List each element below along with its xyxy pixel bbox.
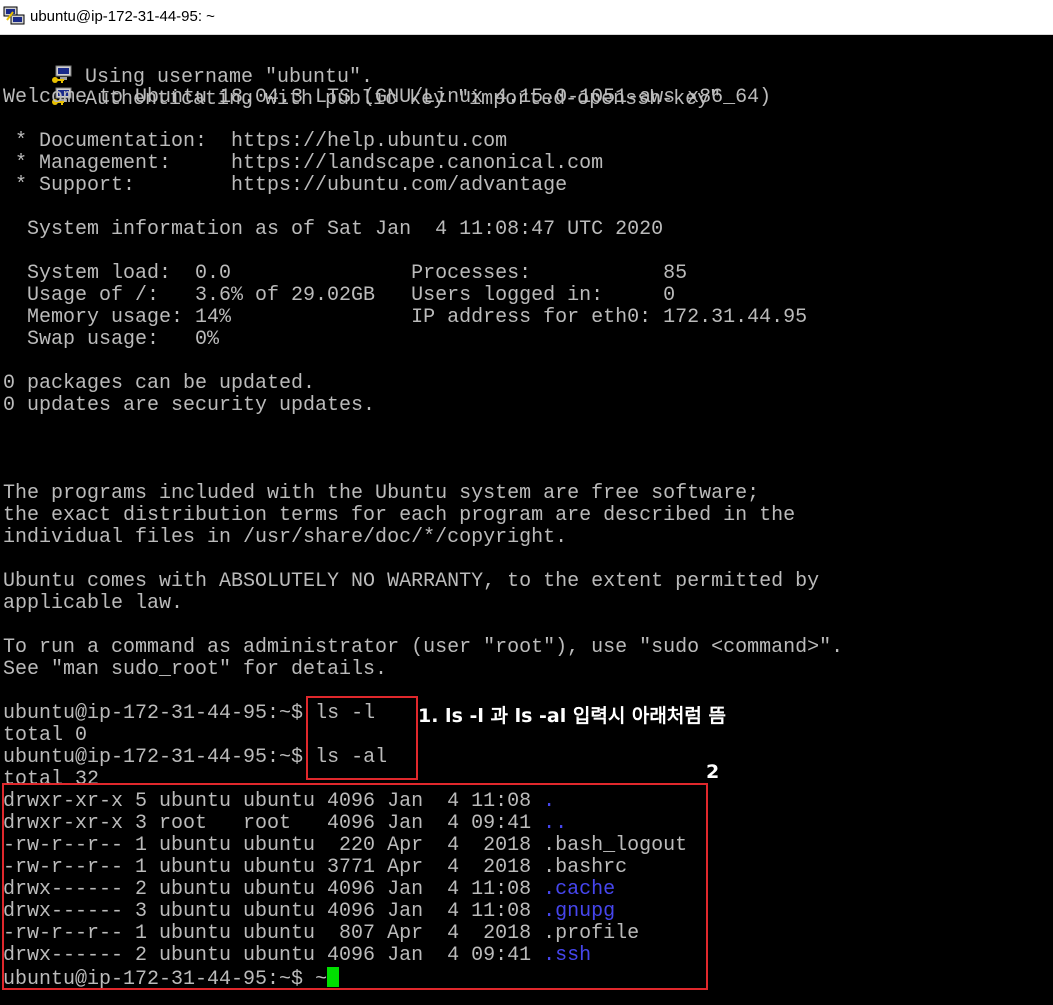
login-line: Using username "ubuntu". — [3, 43, 373, 89]
login-line: Authenticating with public key "imported… — [3, 65, 721, 111]
shell-prompt: ubuntu@ip-172-31-44-95:~$ — [3, 746, 316, 769]
updates-line: 0 packages can be updated. — [3, 372, 316, 395]
terminal-screen[interactable]: Using username "ubuntu". Authenticating … — [0, 35, 1053, 1005]
docs-line: * Management: https://landscape.canonica… — [3, 152, 604, 175]
sysinfo-line: System load: 0.0 Processes: 85 — [3, 262, 688, 285]
license-line: the exact distribution terms for each pr… — [3, 504, 796, 527]
window-titlebar: ubuntu@ip-172-31-44-95: ~ — [0, 0, 1053, 35]
annotation-label-1: 1. ls -l 과 ls -al 입력시 아래처럼 뜸 — [418, 705, 726, 727]
annotation-box-commands — [306, 696, 418, 780]
command-output: total 0 — [3, 724, 88, 747]
license-line: individual files in /usr/share/doc/*/cop… — [3, 526, 568, 549]
docs-line: * Documentation: https://help.ubuntu.com — [3, 130, 508, 153]
annotation-label-2: 2 — [706, 761, 720, 783]
welcome-line: Welcome to Ubuntu 18.04.3 LTS (GNU/Linux… — [3, 86, 772, 109]
shell-prompt: ubuntu@ip-172-31-44-95:~$ — [3, 702, 316, 725]
sysinfo-line: Swap usage: 0% — [3, 328, 220, 351]
sysinfo-header: System information as of Sat Jan 4 11:08… — [3, 218, 664, 241]
sysinfo-line: Usage of /: 3.6% of 29.02GB Users logged… — [3, 284, 676, 307]
updates-line: 0 updates are security updates. — [3, 394, 376, 417]
docs-line: * Support: https://ubuntu.com/advantage — [3, 174, 568, 197]
sysinfo-line: Memory usage: 14% IP address for eth0: 1… — [3, 306, 808, 329]
window-title: ubuntu@ip-172-31-44-95: ~ — [30, 8, 215, 25]
license-line: To run a command as administrator (user … — [3, 636, 844, 659]
license-line: Ubuntu comes with ABSOLUTELY NO WARRANTY… — [3, 570, 820, 593]
license-line: The programs included with the Ubuntu sy… — [3, 482, 760, 505]
license-line: applicable law. — [3, 592, 184, 615]
license-line: See "man sudo_root" for details. — [3, 658, 388, 681]
putty-computer-icon — [3, 6, 25, 25]
annotation-box-listing — [2, 783, 708, 990]
